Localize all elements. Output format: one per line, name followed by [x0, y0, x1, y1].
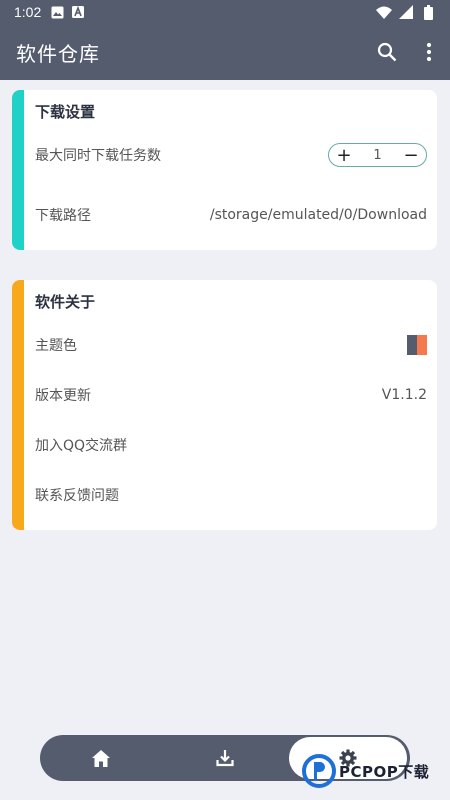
- wifi-icon: [376, 4, 392, 20]
- version-update-label: 版本更新: [35, 388, 91, 404]
- card-accent: [12, 280, 24, 530]
- image-icon: [49, 4, 65, 20]
- download-settings-card: 下载设置 最大同时下载任务数 + 1 − 下载路径 /storage/emula…: [12, 90, 437, 250]
- download-path-label: 下载路径: [35, 208, 91, 224]
- feedback-row[interactable]: 联系反馈问题: [35, 480, 427, 510]
- download-icon[interactable]: [195, 735, 255, 781]
- theme-color-swatch[interactable]: [407, 335, 427, 355]
- max-tasks-stepper: + 1 −: [328, 143, 427, 167]
- download-path-value: /storage/emulated/0/Download: [209, 207, 427, 223]
- watermark-logo-icon: [302, 754, 336, 788]
- search-icon[interactable]: [366, 28, 408, 76]
- home-icon[interactable]: [71, 735, 131, 781]
- more-vert-icon[interactable]: [408, 28, 450, 76]
- about-card: 软件关于 主题色 版本更新 V1.1.2 加入QQ交流群 联系反馈问题: [12, 280, 437, 530]
- max-tasks-value: 1: [373, 147, 382, 163]
- version-value: V1.1.2: [381, 387, 427, 403]
- theme-color-label: 主题色: [35, 338, 77, 354]
- watermark-text: PCPOP下载: [339, 762, 430, 781]
- increase-button[interactable]: +: [335, 145, 353, 166]
- feedback-label: 联系反馈问题: [35, 488, 119, 504]
- max-tasks-label: 最大同时下载任务数: [35, 148, 161, 164]
- app-bar: 软件仓库: [0, 24, 450, 80]
- theme-color-row[interactable]: 主题色: [35, 330, 427, 360]
- download-path-row[interactable]: 下载路径 /storage/emulated/0/Download: [35, 200, 427, 230]
- status-time: 1:02: [14, 4, 42, 20]
- about-heading: 软件关于: [35, 293, 96, 311]
- download-settings-heading: 下载设置: [35, 103, 96, 121]
- app-title: 软件仓库: [16, 41, 100, 66]
- max-tasks-row: 最大同时下载任务数 + 1 −: [35, 140, 427, 170]
- battery-icon: [420, 4, 436, 20]
- version-update-row[interactable]: 版本更新 V1.1.2: [35, 380, 427, 410]
- font-icon: [70, 4, 86, 20]
- signal-icon: [398, 4, 414, 20]
- status-bar: 1:02: [0, 0, 450, 24]
- card-accent: [12, 90, 24, 250]
- qq-group-label: 加入QQ交流群: [35, 438, 128, 454]
- watermark: PCPOP下载: [302, 742, 450, 800]
- decrease-button[interactable]: −: [402, 145, 420, 166]
- qq-group-row[interactable]: 加入QQ交流群: [35, 430, 427, 460]
